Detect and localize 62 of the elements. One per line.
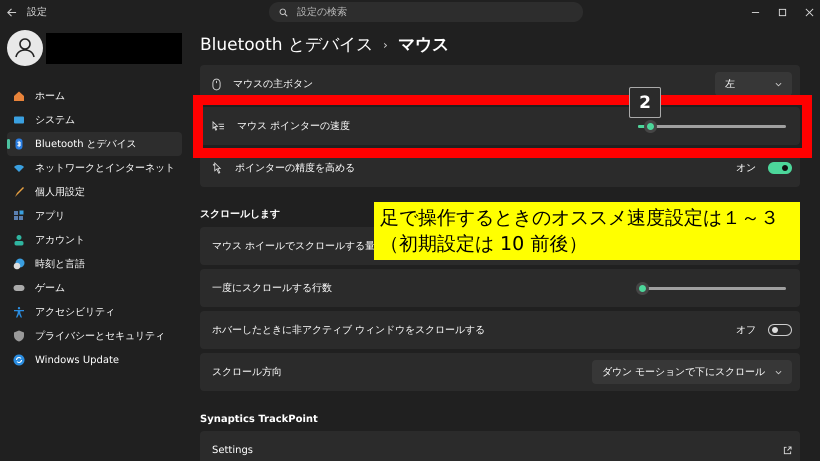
breadcrumb-link[interactable]: Bluetooth とデバイス bbox=[200, 33, 373, 56]
sidebar-item[interactable]: システム bbox=[7, 108, 182, 132]
sidebar-item[interactable]: ゲーム bbox=[7, 276, 182, 300]
section-heading: スクロールします bbox=[200, 208, 280, 222]
globe-clock-icon bbox=[13, 258, 25, 270]
person-icon bbox=[13, 234, 25, 246]
refresh-icon bbox=[13, 354, 25, 366]
mouse-icon bbox=[212, 78, 221, 90]
sidebar-item[interactable]: アプリ bbox=[7, 204, 182, 228]
toggle-state: オフ bbox=[736, 324, 756, 337]
back-icon[interactable] bbox=[6, 6, 17, 18]
apps-icon bbox=[13, 210, 25, 222]
home-icon bbox=[13, 90, 25, 102]
section-heading: Synaptics TrackPoint bbox=[200, 413, 318, 427]
slider-thumb[interactable] bbox=[644, 120, 657, 132]
setting-label: ホバーしたときに非アクティブ ウィンドウをスクロールする bbox=[212, 324, 486, 337]
sidebar-item[interactable]: ホーム bbox=[7, 84, 182, 108]
toggle-state: オン bbox=[736, 162, 756, 175]
slider-thumb[interactable] bbox=[636, 282, 650, 294]
sidebar-item[interactable]: プライバシーとセキュリティ bbox=[7, 324, 182, 348]
wifi-icon bbox=[13, 162, 25, 174]
sidebar-item[interactable]: Windows Update bbox=[7, 348, 182, 372]
maximize-icon[interactable] bbox=[778, 8, 787, 16]
close-icon[interactable] bbox=[805, 8, 814, 16]
page-title: マウス bbox=[398, 34, 449, 56]
external-link-icon bbox=[783, 446, 792, 454]
bluetooth-icon bbox=[13, 138, 25, 150]
dropdown[interactable]: ダウン モーションで下にスクロール bbox=[592, 360, 792, 384]
sidebar-item[interactable]: Bluetooth とデバイス bbox=[7, 132, 182, 156]
sidebar-item[interactable]: アカウント bbox=[7, 228, 182, 252]
sidebar-item[interactable]: 時刻と言語 bbox=[7, 252, 182, 276]
window-title: 設定 bbox=[27, 6, 47, 19]
settings-row[interactable]: Settings bbox=[200, 431, 800, 461]
number-marker: 2 bbox=[629, 87, 661, 118]
pointer-speed-icon bbox=[212, 120, 225, 132]
callout-text: 足で操作するときのオススメ速度設定は１～３ bbox=[380, 206, 780, 231]
pointer-precision-icon bbox=[212, 162, 223, 174]
sidebar-item[interactable]: 個人用設定 bbox=[7, 180, 182, 204]
setting-label: マウスの主ボタン bbox=[233, 78, 313, 91]
setting-label: マウス ホイールでスクロールする量 bbox=[212, 240, 376, 253]
avatar-icon bbox=[7, 30, 43, 66]
gamepad-icon bbox=[13, 282, 25, 294]
toggle-switch[interactable] bbox=[768, 324, 792, 336]
toggle-switch[interactable] bbox=[768, 162, 792, 174]
search-field[interactable]: 設定の検索 bbox=[269, 2, 583, 22]
breadcrumb-separator: › bbox=[382, 38, 388, 52]
setting-label: マウス ポインターの速度 bbox=[237, 120, 350, 133]
search-icon bbox=[279, 8, 288, 16]
sidebar-item[interactable]: ネットワークとインターネット bbox=[7, 156, 182, 180]
brush-icon bbox=[13, 186, 25, 198]
setting-label: Settings bbox=[212, 444, 254, 456]
chevron-down-icon bbox=[775, 370, 782, 374]
setting-label: スクロール方向 bbox=[212, 366, 282, 379]
accessibility-icon bbox=[13, 306, 25, 318]
dropdown[interactable]: 左 bbox=[715, 72, 792, 96]
setting-label: 一度にスクロールする行数 bbox=[212, 282, 332, 295]
sidebar-item[interactable]: アクセシビリティ bbox=[7, 300, 182, 324]
monitor-icon bbox=[13, 114, 25, 126]
setting-label: ポインターの精度を高める bbox=[235, 162, 355, 175]
shield-icon bbox=[13, 330, 25, 342]
chevron-down-icon bbox=[775, 82, 782, 86]
callout-text: （初期設定は 10 前後） bbox=[380, 232, 588, 257]
